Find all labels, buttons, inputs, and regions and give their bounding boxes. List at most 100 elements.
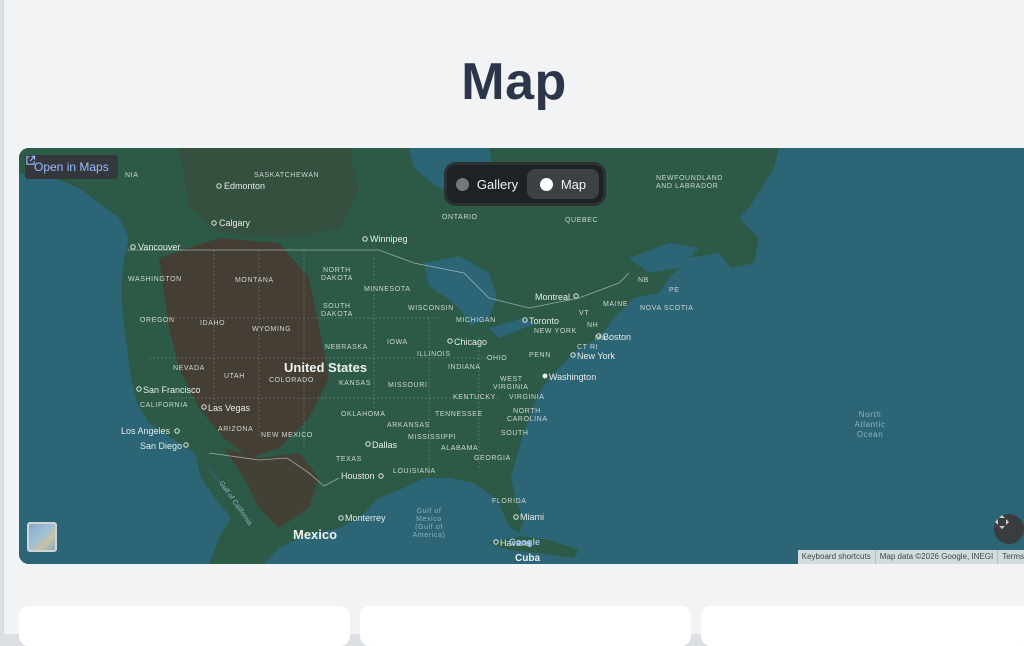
city-houston: Houston	[341, 471, 375, 481]
label-pe: PE	[669, 287, 680, 294]
label-kansas: KANSAS	[339, 380, 371, 387]
country-cuba: Cuba	[515, 553, 540, 564]
label-kentucky: KENTUCKY	[453, 394, 496, 401]
city-san-francisco: San Francisco	[143, 385, 201, 395]
city-dallas: Dallas	[372, 440, 398, 450]
label-idaho: IDAHO	[200, 320, 225, 327]
city-calgary: Calgary	[219, 218, 251, 228]
toggle-map-label: Map	[560, 176, 587, 192]
city-miami: Miami	[520, 512, 544, 522]
ocean-label-line3: Ocean	[857, 430, 884, 439]
label-nova-scotia: NOVA SCOTIA	[640, 305, 694, 312]
label-alabama: ALABAMA	[441, 445, 478, 452]
open-in-maps-button[interactable]: Open in Maps	[25, 155, 118, 179]
label-quebec: QUEBEC	[565, 217, 598, 224]
gulf-label-line1: Gulf of	[417, 508, 442, 515]
label-penn: PENN	[529, 352, 551, 359]
label-carolina-n: CAROLINA	[507, 416, 548, 423]
camera-control-button[interactable]	[994, 514, 1024, 544]
gulf-label-line4: America)	[413, 532, 446, 539]
label-louisiana: LOUISIANA	[393, 468, 436, 475]
label-maine: MAINE	[603, 301, 628, 308]
label-minnesota: MINNESOTA	[364, 286, 411, 293]
city-las-vegas: Las Vegas	[208, 403, 251, 413]
ocean-label-line2: Atlantic	[854, 420, 885, 429]
label-virginia: VIRGINIA	[509, 394, 545, 401]
google-logo: Google	[509, 537, 540, 547]
label-vt: VT	[579, 310, 589, 317]
map-data-credit: Map data ©2026 Google, INEGI	[874, 550, 998, 564]
toggle-gallery-label: Gallery	[476, 176, 519, 192]
label-north-c: NORTH	[513, 408, 541, 415]
map-container[interactable]: SASKATCHEWAN ONTARIO QUEBEC NEWFOUNDLAND…	[19, 148, 1024, 564]
country-united-states: United States	[284, 360, 367, 375]
map-canvas[interactable]: SASKATCHEWAN ONTARIO QUEBEC NEWFOUNDLAND…	[19, 148, 1024, 564]
card-3[interactable]	[701, 606, 1024, 646]
label-oklahoma: OKLAHOMA	[341, 411, 385, 418]
city-chicago: Chicago	[454, 337, 487, 347]
map-attribution: Keyboard shortcuts Map data ©2026 Google…	[797, 550, 1024, 564]
page-frame: Map SASKATCHEWAN ONTARIO QUEBEC NEWFOUND…	[3, 0, 1024, 646]
gallery-radio-icon	[455, 177, 469, 191]
terms-link[interactable]: Terms	[997, 550, 1024, 564]
label-newfoundland: NEWFOUNDLAND	[656, 175, 723, 182]
pan-arrows-icon	[995, 515, 1009, 529]
label-virginia-w: VIRGINIA	[493, 384, 529, 391]
city-edmonton: Edmonton	[224, 181, 265, 191]
city-monterrey: Monterrey	[345, 513, 386, 523]
label-nebraska: NEBRASKA	[325, 344, 368, 351]
label-montana: MONTANA	[235, 277, 274, 284]
label-wisconsin: WISCONSIN	[408, 305, 454, 312]
label-ct-ri: CT RI	[577, 344, 598, 351]
gulf-label-line2: Mexico	[416, 516, 442, 523]
label-labrador: AND LABRADOR	[656, 183, 718, 190]
label-west: WEST	[500, 376, 523, 383]
label-nia: NIA	[125, 172, 138, 179]
label-dakota-s: DAKOTA	[321, 311, 353, 318]
card-2[interactable]	[360, 606, 691, 646]
city-toronto: Toronto	[529, 316, 559, 326]
card-1[interactable]	[19, 606, 350, 646]
city-new-york: New York	[577, 351, 616, 361]
label-new-york: NEW YORK	[534, 328, 577, 335]
external-link-icon	[26, 155, 36, 165]
label-nb: NB	[638, 277, 649, 284]
label-south-d: SOUTH	[323, 303, 351, 310]
map-type-switcher[interactable]	[27, 522, 57, 552]
toggle-map[interactable]: Map	[527, 169, 599, 199]
label-arizona: ARIZONA	[218, 426, 253, 433]
label-south-c: SOUTH	[501, 430, 529, 437]
label-georgia: GEORGIA	[474, 455, 511, 462]
city-los-angeles: Los Angeles	[121, 426, 171, 436]
label-nh: NH	[587, 322, 598, 329]
label-utah: UTAH	[224, 373, 245, 380]
label-dakota-n: DAKOTA	[321, 275, 353, 282]
city-san-diego: San Diego	[140, 441, 182, 451]
city-boston: Boston	[603, 332, 631, 342]
label-mississippi: MISSISSIPPI	[408, 434, 456, 441]
label-arkansas: ARKANSAS	[387, 422, 430, 429]
view-toggle[interactable]: Gallery Map	[444, 162, 606, 206]
label-ontario: ONTARIO	[442, 214, 478, 221]
label-michigan: MICHIGAN	[456, 317, 496, 324]
label-illinois: ILLINOIS	[417, 351, 451, 358]
label-california: CALIFORNIA	[140, 402, 188, 409]
label-missouri: MISSOURI	[388, 382, 427, 389]
label-indiana: INDIANA	[448, 364, 481, 371]
toggle-gallery[interactable]: Gallery	[451, 169, 523, 199]
label-oregon: OREGON	[140, 317, 175, 324]
page-title: Map	[461, 53, 567, 111]
city-montreal: Montreal	[535, 292, 570, 302]
city-washington: Washington	[549, 372, 596, 382]
open-in-maps-label: Open in Maps	[34, 160, 109, 174]
label-iowa: IOWA	[387, 339, 408, 346]
label-new-mexico: NEW MEXICO	[261, 432, 313, 439]
ocean-label-line1: North	[859, 410, 882, 419]
label-florida: FLORIDA	[492, 498, 527, 505]
gulf-label-line3: (Gulf of	[415, 524, 443, 531]
keyboard-shortcuts-link[interactable]: Keyboard shortcuts	[798, 550, 875, 564]
card-row	[19, 606, 1024, 646]
label-saskatchewan: SASKATCHEWAN	[254, 172, 319, 179]
city-vancouver: Vancouver	[138, 242, 180, 252]
city-winnipeg: Winnipeg	[370, 234, 408, 244]
